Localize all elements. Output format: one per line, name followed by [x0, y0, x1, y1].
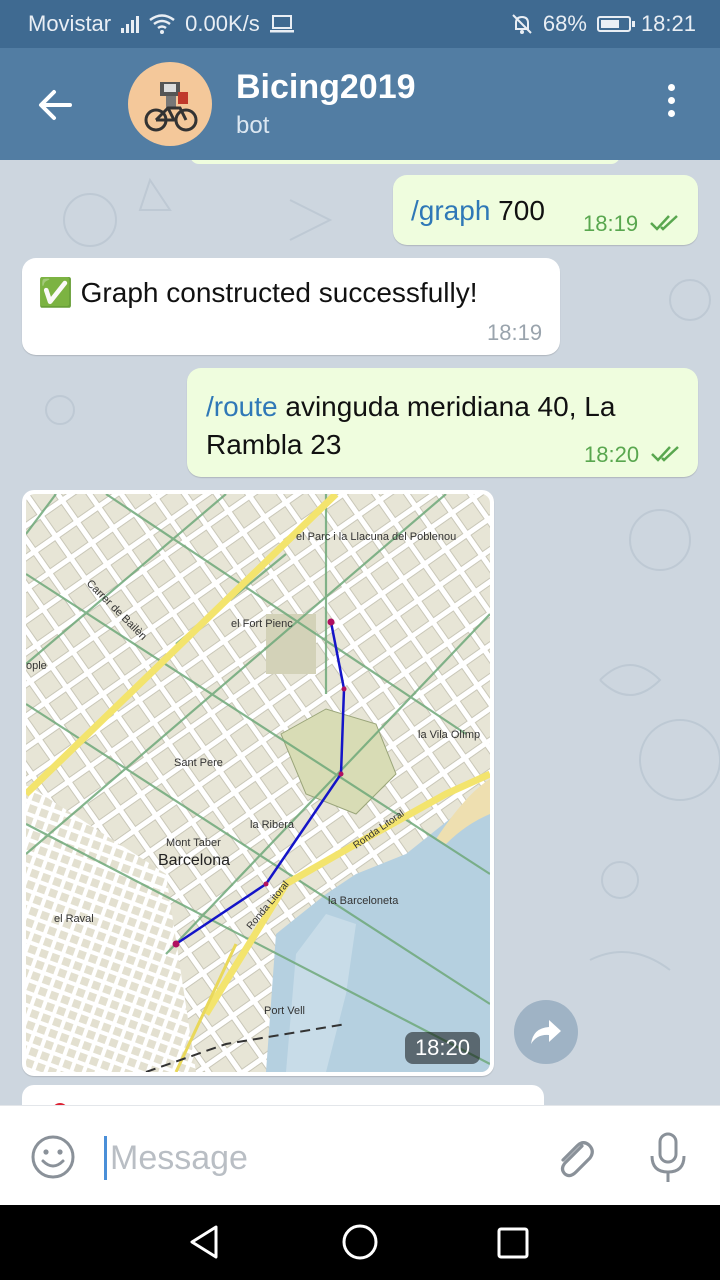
- image-message[interactable]: el Parc i la Llacuna del Poblenou Carrer…: [22, 490, 494, 1076]
- map-label: Barcelona: [158, 852, 230, 869]
- chat-header: Bicing2019 bot: [0, 48, 720, 160]
- map-label: la Vila Olímp: [418, 729, 480, 741]
- route-map-image[interactable]: el Parc i la Llacuna del Poblenou Carrer…: [26, 494, 490, 1072]
- share-button[interactable]: [514, 1000, 578, 1064]
- message-text: /graph 700: [411, 195, 545, 226]
- network-speed: 0.00K/s: [185, 11, 260, 36]
- voice-record-button[interactable]: [646, 1132, 690, 1184]
- map-label: el Fort Pienc: [231, 618, 293, 630]
- message-time: 18:20: [584, 442, 640, 467]
- nav-back-icon[interactable]: [186, 1223, 224, 1261]
- battery-icon: [596, 16, 635, 32]
- signal-icon: [121, 15, 140, 33]
- map-label: Mont Taber: [166, 837, 221, 849]
- double-check-icon: [651, 446, 679, 462]
- map-label: la Ribera: [250, 819, 295, 831]
- message-composer: [0, 1105, 720, 1206]
- map-label: la Barceloneta: [328, 895, 399, 907]
- wifi-icon: [149, 14, 175, 34]
- nav-recents-icon[interactable]: [496, 1226, 530, 1260]
- bell-off-icon: [512, 14, 532, 34]
- clock: 18:21: [640, 11, 696, 36]
- map-label: el Raval: [54, 913, 94, 925]
- more-vertical-icon: [656, 84, 686, 117]
- map-label: Sant Pere: [174, 757, 223, 769]
- share-arrow-icon: [531, 1020, 561, 1044]
- status-bar: Movistar 0.00K/s 68% 18:21: [0, 0, 720, 48]
- battery-percent: 68%: [542, 11, 587, 36]
- message-time: 18:20: [404, 1032, 480, 1064]
- emoji-button[interactable]: [30, 1134, 76, 1180]
- map-label: ople: [26, 660, 47, 672]
- message-time: 18:19: [583, 211, 639, 236]
- back-button[interactable]: [30, 80, 80, 130]
- text-cursor: [104, 1136, 107, 1180]
- attach-button[interactable]: [552, 1136, 598, 1182]
- message-bubble-incoming[interactable]: [22, 1085, 544, 1105]
- more-options-button[interactable]: [656, 84, 686, 124]
- chat-subtitle: bot: [236, 112, 270, 139]
- message-input[interactable]: [108, 1128, 532, 1188]
- paperclip-icon: [560, 1141, 594, 1178]
- carrier-name: Movistar: [28, 11, 112, 36]
- message-bubble-incoming[interactable]: ✅ Graph constructed successfully! 18:19: [22, 258, 560, 355]
- microphone-icon: [650, 1132, 686, 1182]
- nav-home-icon[interactable]: [340, 1222, 380, 1262]
- previous-message-bubble: [190, 160, 620, 164]
- message-bubble-outgoing[interactable]: /route avinguda meridiana 40, La Rambla …: [187, 368, 698, 477]
- double-check-icon: [650, 215, 678, 231]
- smiley-icon: [31, 1135, 75, 1179]
- chat-title: Bicing2019: [236, 68, 416, 106]
- map-label: el Parc i la Llacuna del Poblenou: [296, 531, 456, 543]
- command-link[interactable]: /route: [206, 391, 278, 422]
- bot-avatar[interactable]: [128, 62, 212, 146]
- check-mark-icon: ✅: [38, 277, 73, 308]
- bicycle-icon: [144, 82, 198, 132]
- command-link[interactable]: /graph: [411, 195, 490, 226]
- message-time: 18:19: [487, 320, 543, 345]
- laptop-icon: [269, 15, 294, 33]
- system-navigation-bar: [0, 1205, 720, 1280]
- chat-area[interactable]: /graph 700 18:19 ✅ Graph constructed suc…: [0, 160, 720, 1105]
- message-text: ✅ Graph constructed successfully!: [38, 277, 478, 308]
- map-label: Port Vell: [264, 1005, 305, 1017]
- message-bubble-outgoing[interactable]: /graph 700 18:19: [393, 175, 698, 245]
- arrow-left-icon: [39, 90, 72, 120]
